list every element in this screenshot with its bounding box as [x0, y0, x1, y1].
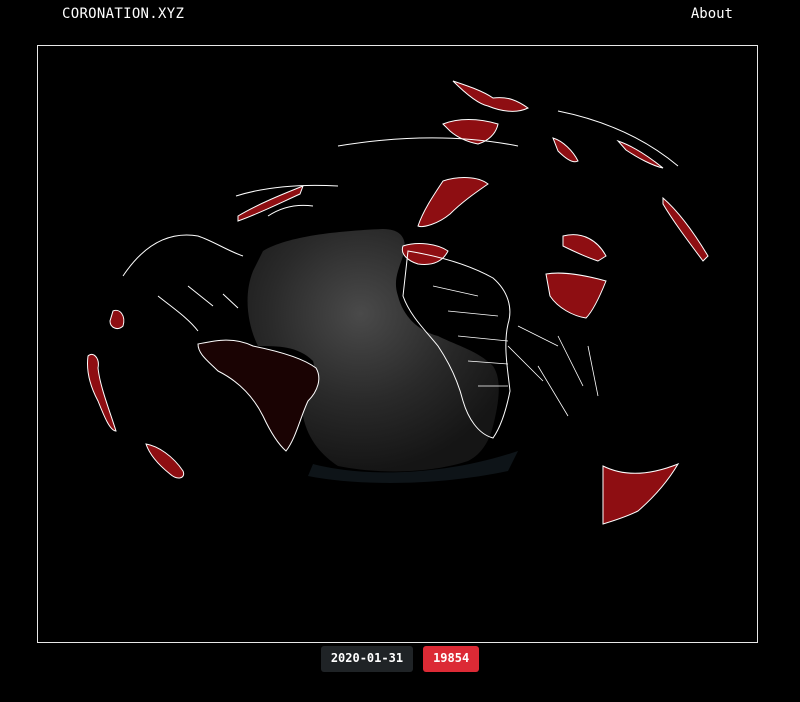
west-edge-b [87, 353, 117, 432]
russia-east [616, 139, 664, 169]
asia-east-b [602, 462, 680, 525]
russia-west [552, 137, 579, 163]
greenland [237, 185, 304, 222]
case-count-badge: 19854 [423, 646, 480, 672]
about-link[interactable]: About [691, 6, 733, 22]
west-edge-a [109, 309, 125, 329]
asia-east-a [662, 196, 709, 262]
scandinavia [452, 80, 529, 112]
middle-east-a [562, 234, 607, 262]
top-bar: CORONATION.XYZ About [0, 0, 800, 30]
western-europe [417, 177, 489, 227]
south-america [197, 339, 320, 452]
brand-link[interactable]: CORONATION.XYZ [62, 6, 184, 22]
middle-east-b [545, 272, 607, 319]
date-badge: 2020-01-31 [320, 646, 414, 672]
asia-borders [507, 325, 599, 417]
arc-top [337, 110, 679, 167]
status-footer: 2020-01-31 19854 [0, 646, 800, 672]
central-america [157, 285, 239, 332]
northern-europe [442, 119, 499, 145]
globe-svg[interactable] [38, 46, 757, 642]
west-edge-c [145, 443, 185, 479]
globe-map[interactable] [37, 45, 758, 643]
